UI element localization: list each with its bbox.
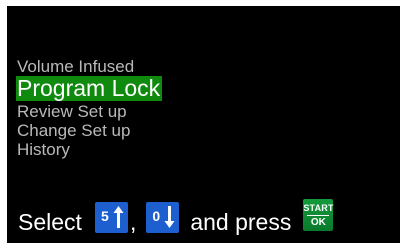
arrow-down-icon <box>164 206 175 228</box>
key-0-down-button[interactable]: 0 <box>146 202 180 233</box>
menu-item-history[interactable]: History <box>17 140 162 159</box>
instruction-comma: , <box>129 209 137 235</box>
instruction-and-press-text: and press <box>190 209 292 235</box>
menu-item-change-set-up[interactable]: Change Set up <box>17 121 162 140</box>
arrow-up-icon <box>113 206 124 228</box>
instruction-select-text: Select <box>18 209 82 235</box>
start-ok-button[interactable]: START OK <box>303 199 333 231</box>
menu-item-review-set-up[interactable]: Review Set up <box>17 102 162 121</box>
start-ok-divider <box>307 215 330 216</box>
pump-display-screen: Volume Infused Program Lock Review Set u… <box>7 6 400 243</box>
instruction-line: Select 5 , 0 and press START OK <box>18 199 333 236</box>
start-label: START <box>303 203 334 213</box>
key-5-number: 5 <box>100 208 109 224</box>
menu-item-program-lock[interactable]: Program Lock <box>16 76 163 101</box>
ok-label: OK <box>310 217 326 228</box>
menu-item-volume-infused[interactable]: Volume Infused <box>17 57 162 76</box>
main-menu: Volume Infused Program Lock Review Set u… <box>16 57 163 159</box>
key-0-number: 0 <box>152 208 161 224</box>
key-5-up-button[interactable]: 5 <box>94 202 128 233</box>
